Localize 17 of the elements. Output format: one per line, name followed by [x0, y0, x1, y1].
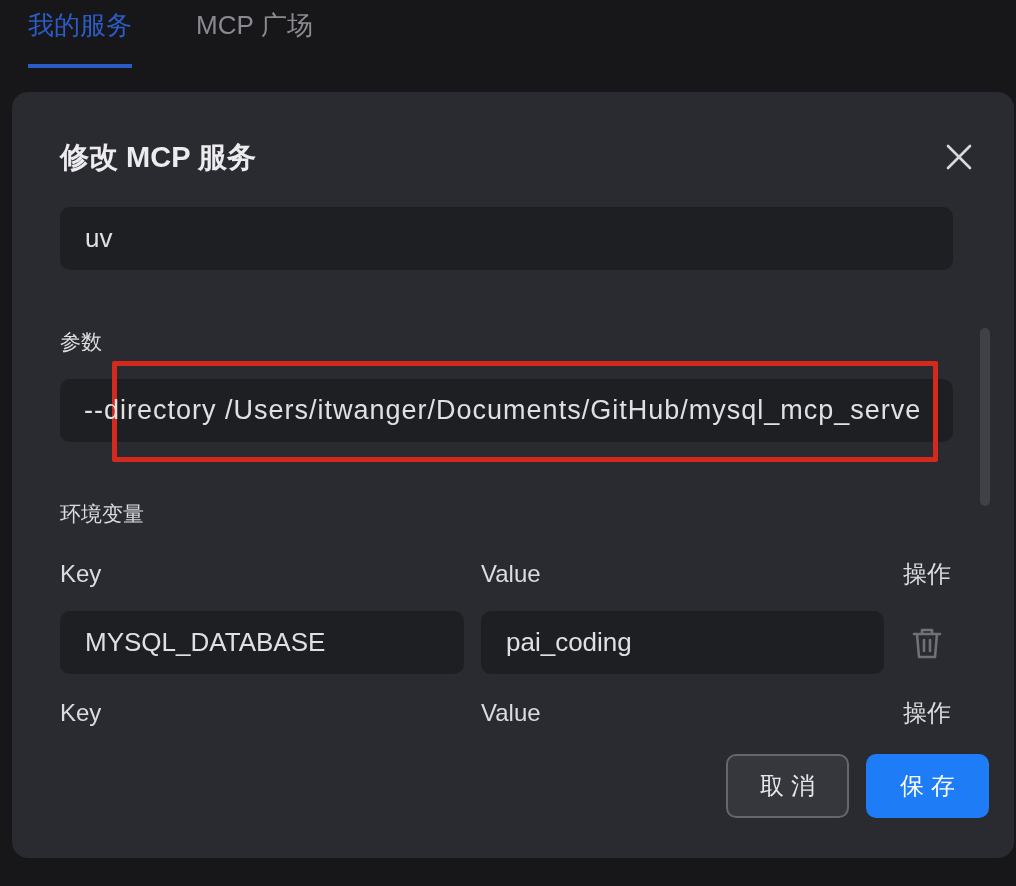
- tab[interactable]: MCP 广场: [196, 0, 313, 68]
- delete-icon[interactable]: [912, 626, 942, 659]
- close-button[interactable]: [944, 142, 974, 172]
- cancel-button[interactable]: 取 消: [726, 754, 849, 818]
- column-header: Value: [481, 560, 542, 588]
- column-header: Key: [60, 560, 103, 588]
- column-header: Key: [60, 699, 103, 727]
- value-field[interactable]: pai_coding: [481, 611, 884, 674]
- field-label: 参数: [60, 329, 103, 355]
- column-header: 操作: [902, 560, 952, 588]
- key-field[interactable]: MYSQL_DATABASE: [60, 611, 464, 674]
- column-header: 操作: [902, 699, 952, 727]
- column-header: Value: [481, 699, 542, 727]
- command-field[interactable]: uv: [60, 207, 953, 270]
- section-label: 环境变量: [60, 501, 145, 527]
- dialog-title: 修改 MCP 服务: [60, 140, 257, 174]
- save-button[interactable]: 保 存: [866, 754, 989, 818]
